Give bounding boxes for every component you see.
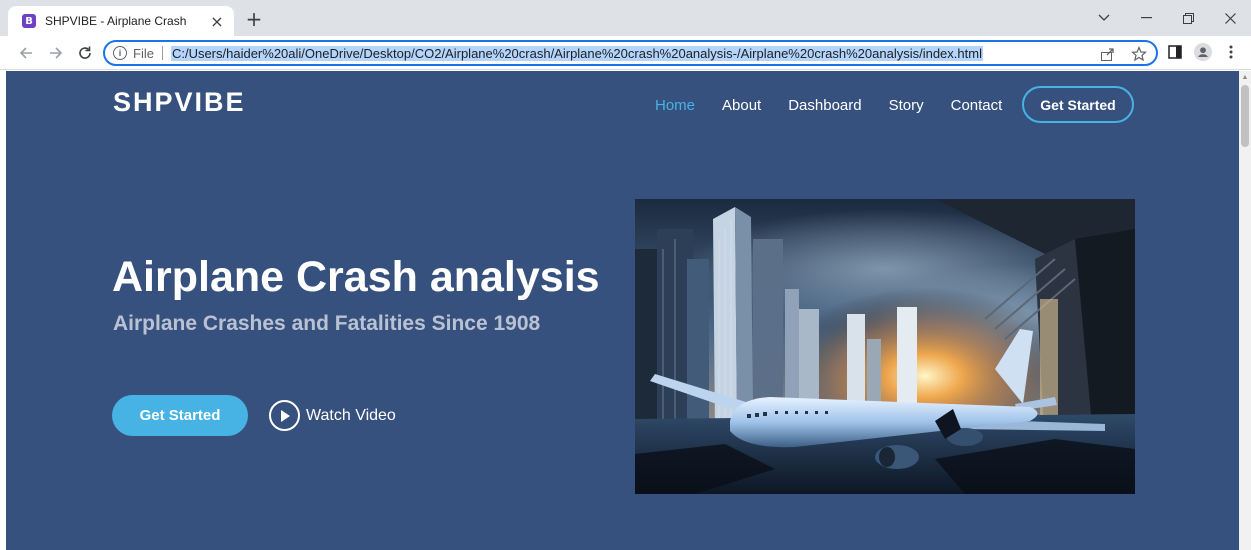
site-info-icon[interactable]: i <box>113 46 127 60</box>
main-nav: Home About Dashboard Story Contact <box>655 97 1029 114</box>
address-bar[interactable]: i File C:/Users/haider%20ali/OneDrive/De… <box>103 40 1158 66</box>
restore-icon[interactable] <box>1167 0 1209 36</box>
new-tab-button[interactable]: + <box>244 7 264 31</box>
watch-video-label: Watch Video <box>306 406 396 424</box>
bookmark-star-icon[interactable] <box>1130 45 1148 63</box>
scheme-label: File <box>133 45 154 61</box>
toolbar-extras <box>1166 43 1240 61</box>
airplane-crash-city-illustration <box>635 199 1135 494</box>
nav-link-story[interactable]: Story <box>889 97 924 114</box>
play-circle-icon <box>269 400 300 431</box>
site-logo[interactable]: SHPVIBE <box>113 87 246 118</box>
tab-title: SHPVIBE - Airplane Crash <box>45 14 187 28</box>
page-scrollbar[interactable]: ▲ <box>1239 71 1251 550</box>
browser-toolbar: i File C:/Users/haider%20ali/OneDrive/De… <box>0 36 1251 70</box>
back-arrow-icon[interactable] <box>14 41 38 65</box>
forward-arrow-icon[interactable] <box>44 41 68 65</box>
address-separator <box>161 46 163 60</box>
hero-title: Airplane Crash analysis <box>112 253 600 301</box>
share-icon[interactable] <box>1098 45 1116 63</box>
bootstrap-favicon-icon: B <box>22 14 36 28</box>
side-panel-icon[interactable] <box>1166 43 1184 61</box>
menu-kebab-icon[interactable] <box>1222 43 1240 61</box>
address-bar-actions <box>1098 45 1148 63</box>
browser-tab[interactable]: B SHPVIBE - Airplane Crash × <box>8 6 234 36</box>
hero-subtitle: Airplane Crashes and Fatalities Since 19… <box>113 312 541 335</box>
header-get-started-button[interactable]: Get Started <box>1022 86 1134 123</box>
minimize-icon[interactable] <box>1125 0 1167 36</box>
url-text[interactable]: C:/Users/haider%20ali/OneDrive/Desktop/C… <box>170 45 983 61</box>
browser-tabstrip: B SHPVIBE - Airplane Crash × + <box>0 0 1251 36</box>
nav-link-contact[interactable]: Contact <box>951 97 1003 114</box>
watch-video-link[interactable]: Watch Video <box>269 400 396 431</box>
hero-get-started-button[interactable]: Get Started <box>112 395 248 436</box>
close-tab-icon[interactable]: × <box>208 12 226 31</box>
scroll-thumb[interactable] <box>1241 85 1249 147</box>
profile-avatar-icon[interactable] <box>1194 43 1212 61</box>
reload-icon[interactable] <box>73 41 97 65</box>
scroll-up-arrow-icon[interactable]: ▲ <box>1241 73 1249 81</box>
tab-search-icon[interactable] <box>1083 0 1125 36</box>
window-controls <box>1083 0 1251 36</box>
nav-link-dashboard[interactable]: Dashboard <box>788 97 861 114</box>
nav-link-about[interactable]: About <box>722 97 761 114</box>
nav-link-home[interactable]: Home <box>655 97 695 114</box>
close-window-icon[interactable] <box>1209 0 1251 36</box>
page-viewport: SHPVIBE Home About Dashboard Story Conta… <box>6 71 1239 550</box>
